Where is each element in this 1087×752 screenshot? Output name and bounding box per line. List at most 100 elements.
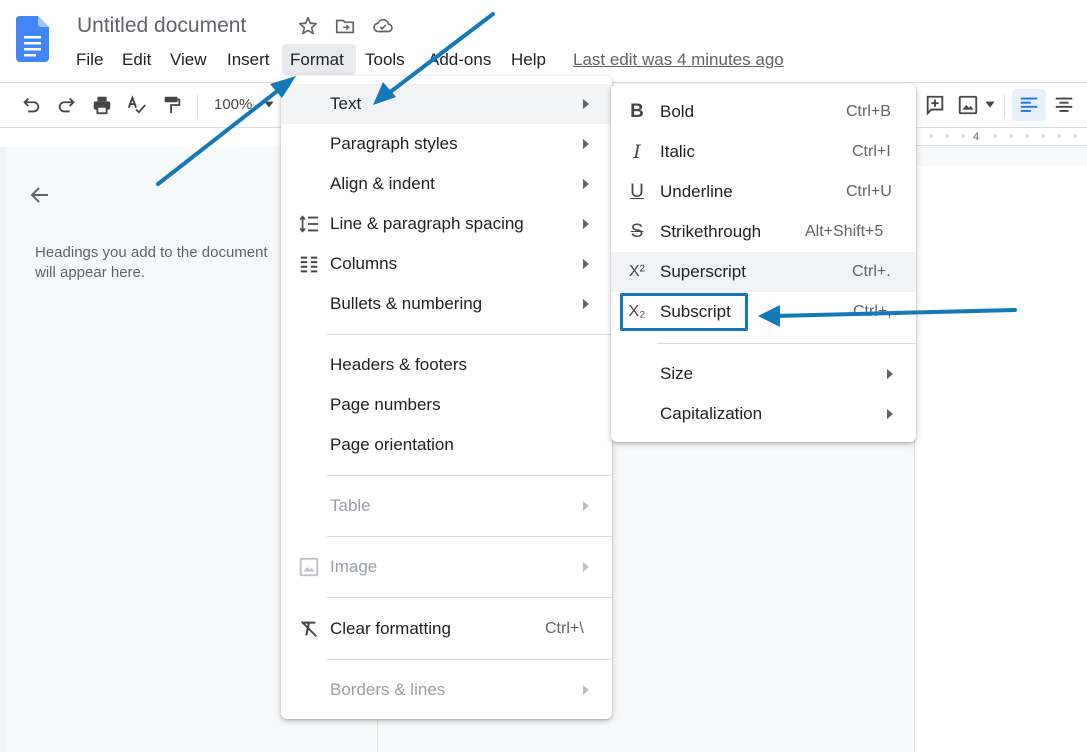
line-spacing-icon [299,215,319,233]
text-submenu: B Bold Ctrl+B I Italic Ctrl+I U Underlin… [611,84,916,442]
menu-item-label: Columns [330,254,398,273]
format-menu-item-bullets[interactable]: Bullets & numbering [281,284,612,324]
menu-tools[interactable]: Tools [365,50,405,70]
menu-view[interactable]: View [170,50,207,70]
menu-item-label: Table [330,496,371,515]
menu-item-label: Line & paragraph spacing [330,214,524,233]
paint-format-icon[interactable] [161,94,183,116]
menu-file[interactable]: File [76,50,103,70]
text-menu-item-superscript[interactable]: X² Superscript Ctrl+. [611,252,916,292]
format-menu-item-text[interactable]: Text [281,84,612,124]
cloud-saved-icon[interactable] [372,15,394,37]
submenu-arrow-icon [583,99,589,109]
submenu-arrow-icon [583,179,589,189]
insert-image-icon[interactable] [957,94,979,116]
text-menu-item-underline[interactable]: U Underline Ctrl+U [611,172,916,212]
spellcheck-icon[interactable] [126,94,148,116]
ruler-mark: 4 [973,131,980,143]
menu-item-label: Image [330,557,378,576]
horizontal-ruler[interactable] [914,130,1087,146]
text-menu-item-bold[interactable]: B Bold Ctrl+B [611,92,916,132]
submenu-arrow-icon [583,501,589,511]
toolbar-divider [1004,95,1005,117]
menu-item-shortcut: Ctrl+, [853,303,892,320]
text-menu-item-capitalization[interactable]: Capitalization [611,394,916,434]
menu-divider [327,659,612,660]
submenu-arrow-icon [583,299,589,309]
submenu-arrow-icon [583,562,589,572]
menu-item-label: Underline [660,182,733,201]
format-menu-item-clear-formatting[interactable]: Clear formatting Ctrl+\ [281,609,612,649]
vertical-ruler [0,147,6,752]
text-menu-item-strikethrough[interactable]: S Strikethrough Alt+Shift+5 [611,212,916,252]
back-arrow-icon[interactable] [28,183,52,207]
subscript-highlight-box [620,293,748,331]
format-menu-item-page-orientation[interactable]: Page orientation [281,425,612,465]
clear-formatting-icon [301,621,317,637]
submenu-arrow-icon [583,685,589,695]
last-edit-link[interactable]: Last edit was 4 minutes ago [573,50,784,70]
format-menu-item-borders-lines: Borders & lines [281,670,612,710]
menu-item-label: Text [330,94,362,113]
menu-item-shortcut: Ctrl+U [846,183,892,200]
docs-logo-icon[interactable] [16,16,49,62]
outline-hint-text: Headings you add to the document will ap… [35,244,268,281]
format-menu-item-paragraph-styles[interactable]: Paragraph styles [281,124,612,164]
superscript-icon: X² [629,263,645,280]
image-dropdown-icon[interactable] [983,97,997,111]
document-page[interactable] [914,166,1087,752]
text-menu-item-size[interactable]: Size [611,354,916,394]
menu-help[interactable]: Help [511,50,546,70]
menu-item-shortcut: Ctrl+\ [545,620,584,637]
menu-item-label: Paragraph styles [330,134,458,153]
menu-edit[interactable]: Edit [122,50,151,70]
zoom-select[interactable]: 100% [214,96,252,113]
text-menu-item-italic[interactable]: I Italic Ctrl+I [611,132,916,172]
align-center-icon[interactable] [1053,94,1075,116]
menu-item-label: Size [660,364,694,383]
strikethrough-icon: S [630,221,644,242]
format-menu-item-columns[interactable]: Columns [281,244,612,284]
redo-icon[interactable] [56,94,78,116]
menu-item-label: Superscript [660,262,746,281]
menu-item-label: Italic [660,142,695,161]
submenu-arrow-icon [583,219,589,229]
menu-item-shortcut: Ctrl+. [852,263,891,280]
menu-insert[interactable]: Insert [227,50,270,70]
menu-divider [327,597,612,598]
menu-item-shortcut: Ctrl+I [852,143,891,160]
italic-icon: I [633,141,641,163]
menu-item-label: Headers & footers [330,355,468,374]
underline-icon: U [630,181,644,202]
menu-item-label: Align & indent [330,174,435,193]
bold-icon: B [630,101,644,122]
move-folder-icon[interactable] [334,15,356,37]
star-icon[interactable] [297,15,319,37]
format-menu-item-table: Table [281,486,612,526]
format-menu-item-align-indent[interactable]: Align & indent [281,164,612,204]
format-menu-item-page-numbers[interactable]: Page numbers [281,385,612,425]
menu-divider [327,536,612,537]
menu-item-shortcut: Ctrl+B [846,103,891,120]
menu-item-label: Borders & lines [330,680,446,699]
ruler-ticks [930,134,1076,138]
menu-item-label: Capitalization [660,404,763,423]
format-menu-item-headers-footers[interactable]: Headers & footers [281,345,612,385]
toolbar-divider [197,95,198,117]
menu-divider [327,334,612,335]
submenu-arrow-icon [583,139,589,149]
print-icon[interactable] [91,94,113,116]
undo-icon[interactable] [20,94,42,116]
menu-add-ons[interactable]: Add-ons [428,50,491,70]
menu-item-label: Bullets & numbering [330,294,483,313]
add-comment-icon[interactable] [924,94,946,116]
align-left-icon[interactable] [1018,94,1040,116]
document-title[interactable]: Untitled document [77,13,246,39]
menu-format[interactable]: Format [290,50,344,70]
menu-item-label: Page orientation [330,435,454,454]
zoom-dropdown-icon[interactable] [262,97,276,111]
menu-item-label: Page numbers [330,395,441,414]
menu-item-label: Bold [660,102,695,121]
format-menu-item-image: Image [281,547,612,587]
format-menu-item-line-spacing[interactable]: Line & paragraph spacing [281,204,612,244]
